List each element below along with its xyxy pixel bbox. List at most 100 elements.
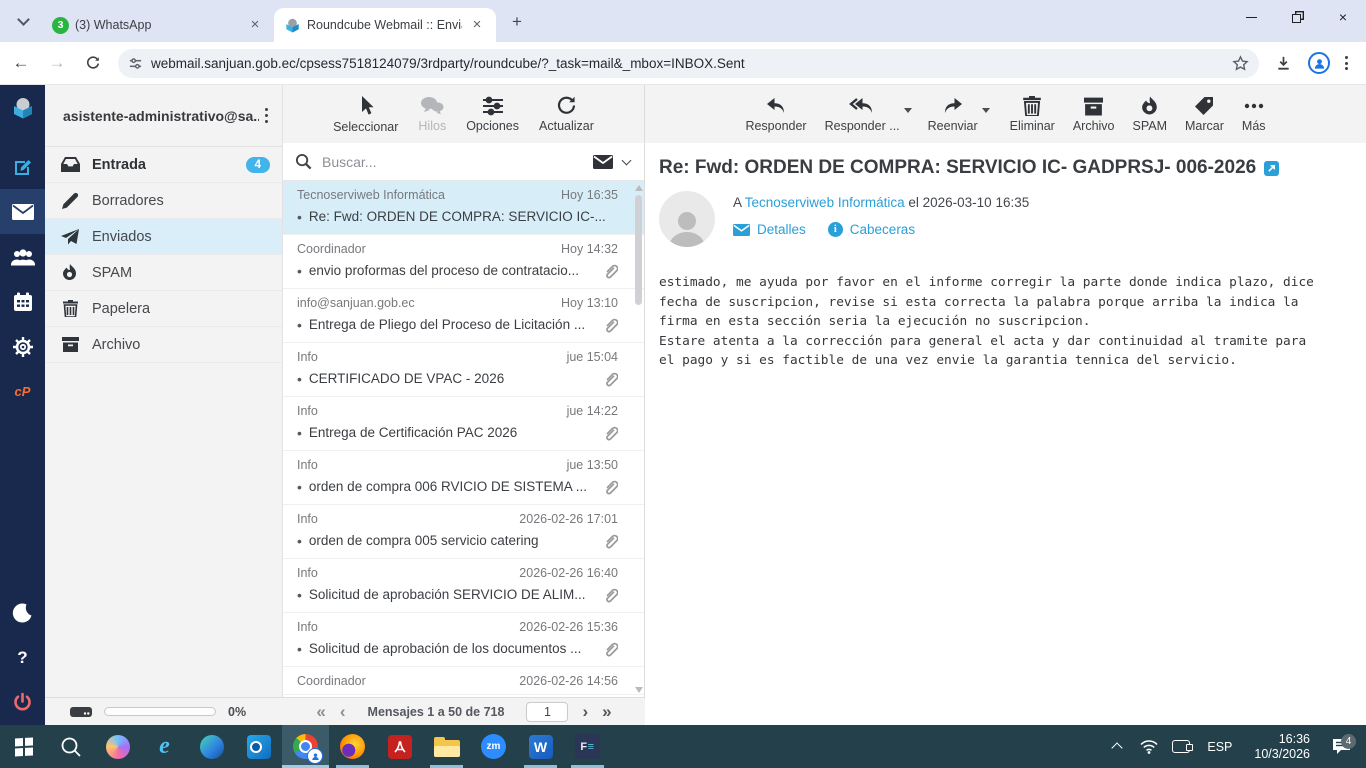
address-bar[interactable]: webmail.sanjuan.gob.ec/cpsess7518124079/… [118,48,1259,78]
roundcube-logo[interactable] [0,85,45,130]
help-button[interactable]: ? [0,635,45,680]
site-settings-icon[interactable] [128,56,143,71]
list-scrollbar[interactable] [633,183,643,695]
reply-button[interactable]: Responder [737,94,814,135]
attachment-icon [603,587,618,603]
wifi-indicator[interactable] [1135,739,1163,754]
headers-toggle[interactable]: i Cabeceras [827,222,915,237]
bookmark-star-icon[interactable] [1232,54,1249,72]
message-row[interactable]: Info jue 13:50 • orden de compra 006 RVICI… [283,451,644,505]
folder-spam[interactable]: SPAM [45,255,282,291]
zoom-button[interactable]: zm [470,725,517,768]
reload-button[interactable] [78,48,108,78]
forward-button[interactable]: Reenviar [920,94,990,135]
next-page-button[interactable]: › [582,703,588,720]
word-button[interactable]: W [517,725,564,768]
copilot-button[interactable] [94,725,141,768]
start-button[interactable] [0,725,47,768]
folder-entrada[interactable]: Entrada 4 [45,147,282,183]
folder-papelera[interactable]: Papelera [45,291,282,327]
notification-center-button[interactable]: 4 [1324,734,1358,755]
close-button[interactable]: × [1320,0,1366,34]
chrome-button[interactable] [282,725,329,768]
profile-button[interactable] [1303,48,1335,78]
delete-button[interactable]: Eliminar [1002,94,1063,135]
tab-close-icon[interactable]: × [246,16,264,34]
file-explorer-button[interactable] [423,725,470,768]
account-header[interactable]: asistente-administrativo@sa... [45,85,282,147]
scroll-up-icon[interactable] [635,185,643,191]
back-button[interactable]: ← [6,48,36,78]
tab-roundcube[interactable]: Roundcube Webmail :: Enviados × [274,8,496,42]
f-app-button[interactable]: F ≡ [564,725,611,768]
scroll-down-icon[interactable] [635,687,643,693]
message-row[interactable]: info@sanjuan.gob.ec Hoy 13:10 • Entrega de… [283,289,644,343]
acrobat-button[interactable] [376,725,423,768]
clock[interactable]: 16:36 10/3/2026 [1244,732,1320,762]
spam-button[interactable]: SPAM [1125,94,1176,135]
mark-button[interactable]: Marcar [1177,94,1232,135]
account-menu-button[interactable] [259,102,274,128]
unread-dot-icon: • [297,425,302,441]
message-row[interactable]: Info 2026-02-26 17:01 • orden de compra 00… [283,505,644,559]
folder-label: Archivo [92,336,141,353]
prev-page-button[interactable]: ‹ [340,703,346,720]
message-row[interactable]: Coordinador Hoy 14:32 • envio proformas de… [283,235,644,289]
refresh-button[interactable]: Actualizar [531,93,602,135]
message-row[interactable]: Tecnoserviweb Informática Hoy 16:35 • Re: … [283,181,644,235]
tab-whatsapp[interactable]: 3 (3) WhatsApp × [42,8,274,42]
options-button[interactable]: Opciones [458,94,527,135]
minimize-button[interactable] [1228,0,1274,34]
more-button[interactable]: Más [1234,94,1274,135]
mail-nav-button[interactable] [0,189,45,234]
reply-all-button[interactable]: Responder ... [817,94,912,135]
folder-archivo[interactable]: Archivo [45,327,282,363]
new-tab-button[interactable]: + [504,9,530,35]
cpanel-icon[interactable]: cP [0,369,45,414]
details-toggle[interactable]: Detalles [733,222,806,237]
attachment-icon [603,533,618,549]
message-row[interactable]: Info jue 15:04 • CERTIFICADO DE VPAC - 202… [283,343,644,397]
compose-button[interactable] [0,144,45,189]
search-scope-mail-icon[interactable] [593,154,613,169]
edge-button[interactable] [188,725,235,768]
recipient-link[interactable]: Tecnoserviweb Informática [745,195,905,210]
message-row[interactable]: Info jue 14:22 • Entrega de Certificación … [283,397,644,451]
last-page-button[interactable]: » [602,703,611,720]
internet-explorer-button[interactable]: e [141,725,188,768]
dropdown-caret-icon[interactable] [903,107,912,113]
contacts-nav-button[interactable] [0,234,45,279]
search-scope-caret-icon[interactable] [621,155,632,165]
language-indicator[interactable]: ESP [1199,740,1240,754]
forward-button[interactable]: → [42,48,72,78]
first-page-button[interactable]: « [316,703,325,720]
search-input[interactable] [322,153,593,170]
page-number-input[interactable]: 1 [526,701,569,722]
settings-nav-button[interactable] [0,324,45,369]
select-button[interactable]: Seleccionar [325,93,406,136]
message-row[interactable]: Coordinador 2026-02-26 14:56 [283,667,644,695]
open-in-new-window-icon[interactable] [1264,160,1280,176]
downloads-button[interactable] [1267,48,1299,78]
logout-button[interactable] [0,680,45,725]
folder-enviados[interactable]: Enviados [45,219,282,255]
tab-search-button[interactable] [8,6,38,36]
firefox-button[interactable] [329,725,376,768]
taskbar-search-button[interactable] [47,725,94,768]
browser-menu-button[interactable] [1339,50,1354,76]
message-row[interactable]: Info 2026-02-26 16:40 • Solicitud de aprob… [283,559,644,613]
tray-expand-button[interactable] [1103,741,1131,754]
message-row[interactable]: Info 2026-02-26 15:36 • Solicitud de aprob… [283,613,644,667]
calendar-nav-button[interactable] [0,279,45,324]
dropdown-caret-icon[interactable] [981,107,990,113]
scrollbar-thumb[interactable] [635,195,642,305]
url-text[interactable]: webmail.sanjuan.gob.ec/cpsess7518124079/… [151,56,1232,71]
tab-close-icon[interactable]: × [468,16,486,34]
outlook-button[interactable] [235,725,282,768]
maximize-button[interactable] [1274,0,1320,34]
folder-borradores[interactable]: Borradores [45,183,282,219]
cast-indicator[interactable] [1167,740,1195,753]
threads-button[interactable]: Hilos [410,94,454,135]
archive-button[interactable]: Archivo [1065,94,1123,135]
darkmode-toggle[interactable] [0,590,45,635]
